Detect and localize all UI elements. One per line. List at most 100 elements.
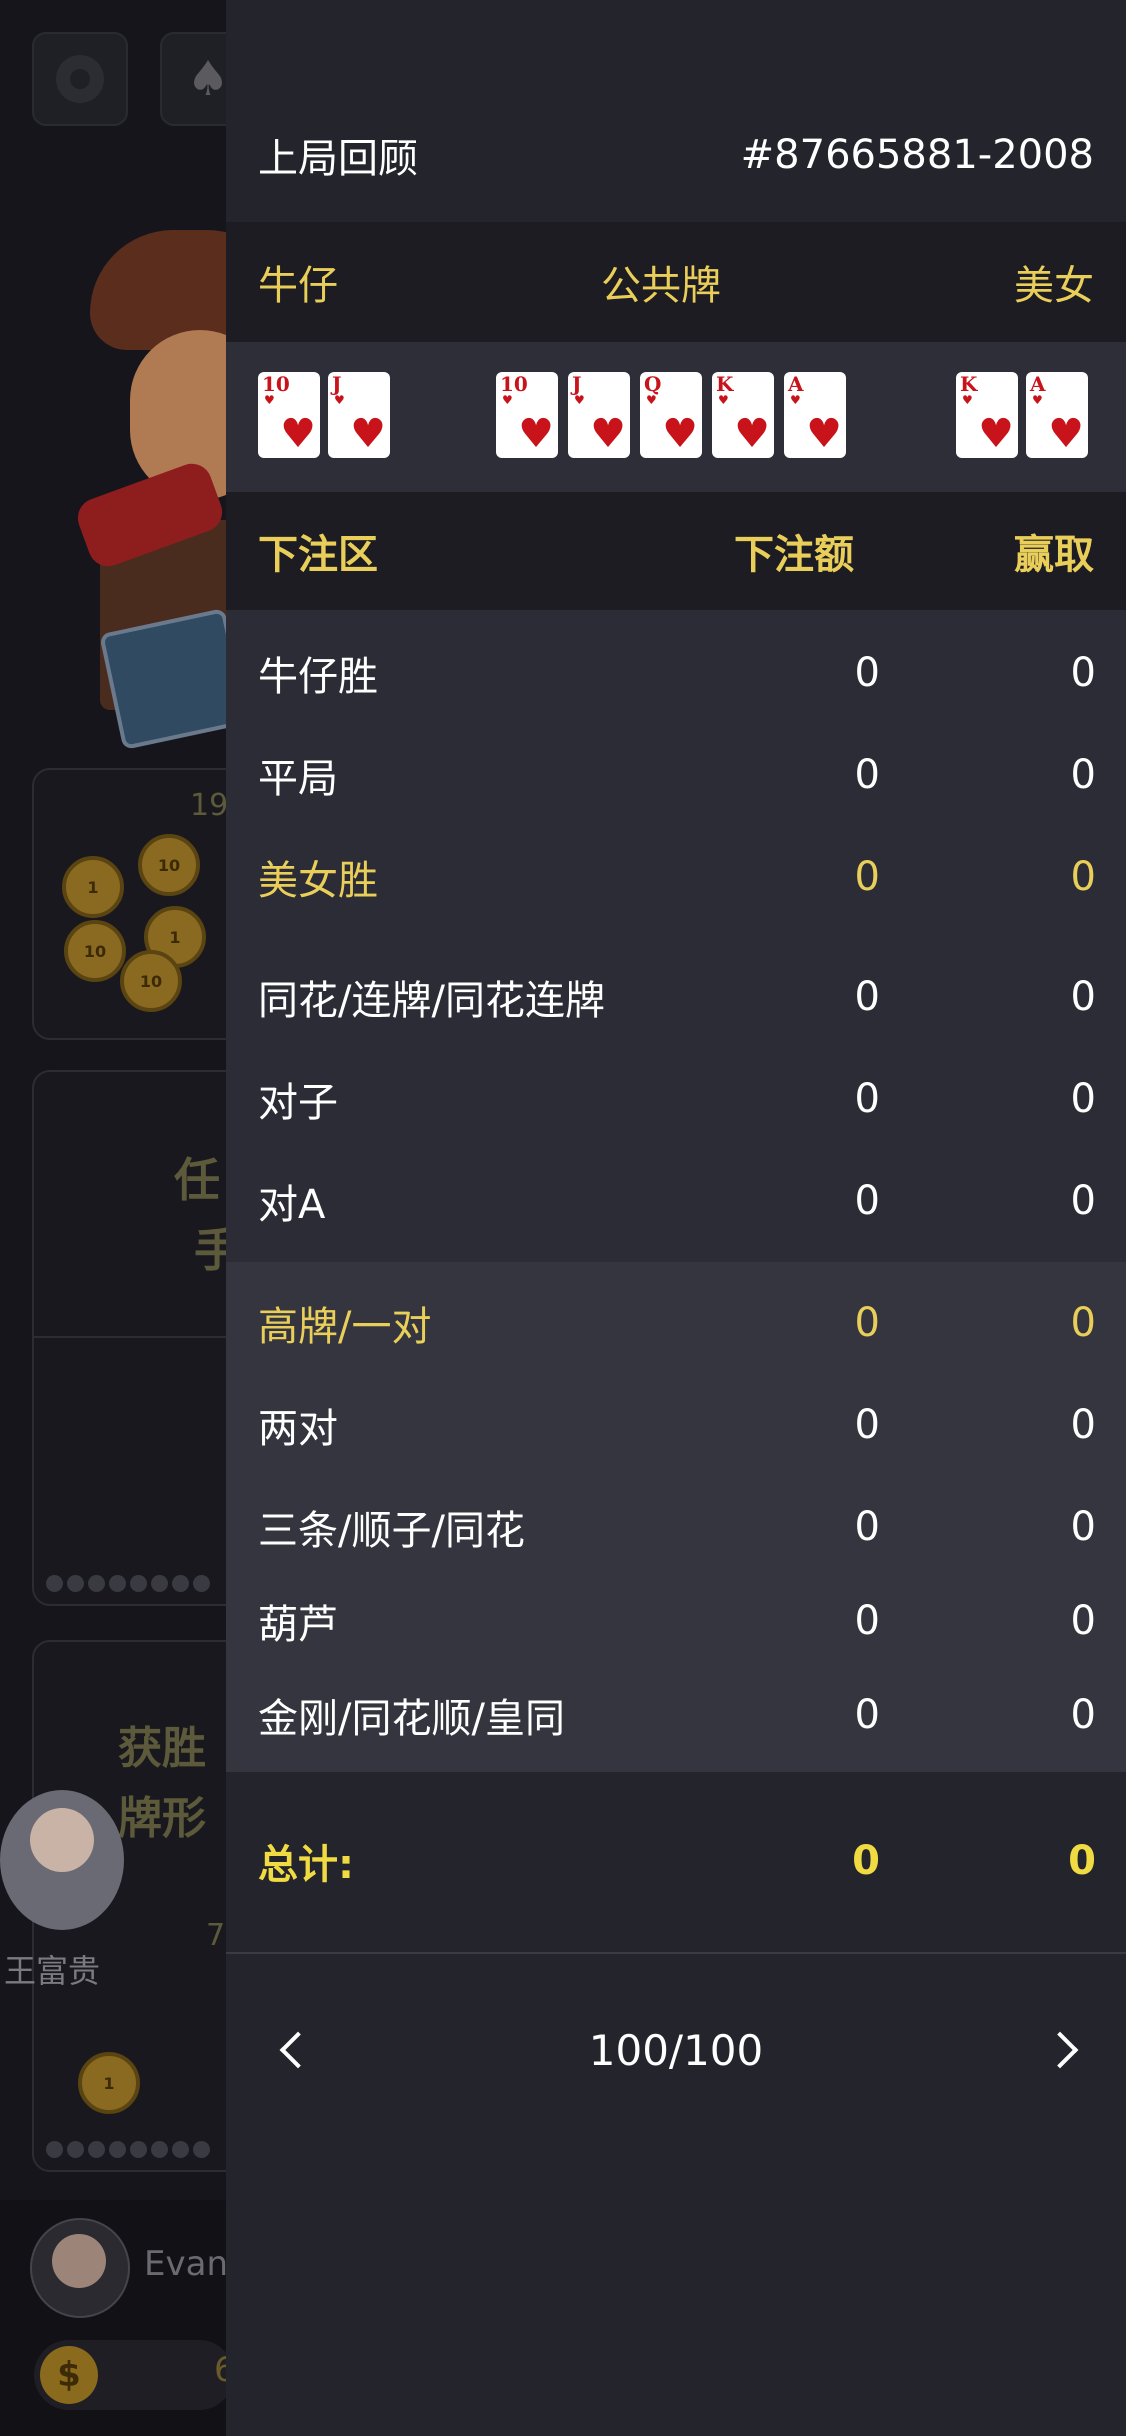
row-bet: 0 [854, 1692, 880, 1738]
row-win: 0 [1070, 1504, 1096, 1550]
card-rank: K [716, 372, 734, 396]
row-bet: 0 [854, 1178, 880, 1224]
heart-icon: ♥ [280, 411, 316, 457]
pagination: 100/100 [226, 1990, 1126, 2110]
heart-icon: ♥ [350, 411, 386, 457]
total-win: 0 [1068, 1838, 1096, 1884]
panel-label: 获胜 [118, 1723, 206, 1774]
row-label: 同花/连牌/同花连牌 [258, 978, 605, 1024]
player-name: 王富贵 [4, 1952, 101, 1990]
table-row-winner: 高牌/一对 0 0 [226, 1272, 1126, 1374]
card-rank: A [1030, 372, 1046, 396]
heart-icon: ♥ [646, 393, 657, 407]
page-indicator: 100/100 [588, 2025, 764, 2075]
row-win: 0 [1070, 650, 1096, 696]
row-label: 对A [258, 1182, 326, 1228]
total-bet: 0 [852, 1838, 880, 1884]
row-label: 牛仔胜 [258, 654, 378, 700]
table-header: 下注区 下注额 赢取 [226, 492, 1126, 610]
row-bet: 0 [854, 650, 880, 696]
row-win: 0 [1070, 1402, 1096, 1448]
settings-button[interactable] [32, 32, 128, 126]
table-row: 同花/连牌/同花连牌 0 0 [226, 946, 1126, 1048]
row-bet: 0 [854, 1300, 880, 1346]
bet-panel-cowboy-win[interactable]: 19 1 10 10 1 10 [32, 768, 226, 1040]
card-rank: J [572, 372, 582, 396]
table-row: 平局 0 0 [226, 724, 1126, 826]
heart-icon: ♥ [734, 411, 770, 457]
cowboy-card: 10 ♥ ♥ [258, 372, 320, 458]
heart-icon: ♥ [962, 393, 973, 407]
chip-icon: 10 [120, 950, 182, 1012]
my-avatar[interactable] [30, 2218, 130, 2318]
community-card: Q ♥ ♥ [640, 372, 702, 458]
heart-icon: ♥ [264, 393, 275, 407]
table-row: 金刚/同花顺/皇同 0 0 [226, 1664, 1126, 1766]
heart-icon: ♥ [806, 411, 842, 457]
row-label: 葫芦 [258, 1602, 338, 1648]
heart-icon: ♥ [590, 411, 626, 457]
total-label: 总计: [258, 1842, 354, 1888]
row-bet: 0 [854, 752, 880, 798]
player-avatar[interactable] [0, 1790, 124, 1930]
row-label: 高牌/一对 [258, 1304, 432, 1350]
chip-icon: 10 [64, 920, 126, 982]
row-label: 对子 [258, 1080, 338, 1126]
panel-label: 手 [194, 1223, 226, 1277]
row-win: 0 [1070, 1692, 1096, 1738]
heart-icon: ♥ [574, 393, 585, 407]
panel-count: 19 [190, 788, 226, 823]
history-dots [46, 2141, 210, 2158]
row-win: 0 [1070, 854, 1096, 900]
community-card: A ♥ ♥ [784, 372, 846, 458]
heart-icon: ♥ [790, 393, 801, 407]
heart-icon: ♥ [334, 393, 345, 407]
card-rank: A [788, 372, 804, 396]
game-background: ♠ 19 1 10 10 1 10 任 手 获胜 牌形 7 1 王富贵 Evan… [0, 0, 226, 2436]
beauty-label: 美女 [1014, 263, 1094, 309]
heart-icon: ♥ [718, 393, 729, 407]
card-rank: 10 [262, 372, 290, 396]
row-win: 0 [1070, 1598, 1096, 1644]
beauty-card: K ♥ ♥ [956, 372, 1018, 458]
heart-icon: ♥ [518, 411, 554, 457]
heart-icon: ♥ [502, 393, 513, 407]
chip-icon: 1 [62, 856, 124, 918]
next-page-button[interactable] [1036, 2020, 1096, 2080]
row-bet: 0 [854, 1504, 880, 1550]
last-round-review-panel: 上局回顾 #87665881-2008 牛仔 公共牌 美女 10 ♥ ♥ J ♥ ♥ 10 ♥… [226, 0, 1126, 2436]
round-id: #87665881-2008 [740, 132, 1094, 178]
cowboy-card: J ♥ ♥ [328, 372, 390, 458]
community-label: 公共牌 [601, 263, 721, 309]
heart-icon: ♥ [1032, 393, 1043, 407]
panel-label: 任 [174, 1153, 220, 1207]
spade-icon: ♠ [186, 51, 226, 107]
heart-icon: ♥ [1048, 411, 1084, 457]
cowboy-character [60, 220, 226, 751]
table-row: 对A 0 0 [226, 1150, 1126, 1252]
row-label: 平局 [258, 756, 338, 802]
row-label: 三条/顺子/同花 [258, 1508, 525, 1554]
header-bet: 下注额 [734, 532, 854, 578]
review-header: 上局回顾 #87665881-2008 [226, 88, 1126, 222]
table-row-winner: 美女胜 0 0 [226, 826, 1126, 928]
chip-icon: 10 [138, 834, 200, 896]
row-bet: 0 [854, 1402, 880, 1448]
heart-icon: ♥ [662, 411, 698, 457]
card-rank: K [960, 372, 978, 396]
row-bet: 0 [854, 1076, 880, 1122]
divider [226, 1952, 1126, 1954]
cowboy-label: 牛仔 [258, 263, 338, 309]
rules-button[interactable]: ♠ [160, 32, 226, 126]
balance-value: 6 [214, 2350, 226, 2390]
bet-panel-any-hand[interactable]: 任 手 [32, 1070, 226, 1606]
row-win: 0 [1070, 1300, 1096, 1346]
review-title: 上局回顾 [258, 136, 418, 182]
row-label: 美女胜 [258, 858, 378, 904]
community-card: 10 ♥ ♥ [496, 372, 558, 458]
table-row: 两对 0 0 [226, 1374, 1126, 1476]
row-win: 0 [1070, 974, 1096, 1020]
history-dots [46, 1575, 210, 1592]
totals-row: 总计: 0 0 [226, 1802, 1126, 1920]
row-bet: 0 [854, 854, 880, 900]
